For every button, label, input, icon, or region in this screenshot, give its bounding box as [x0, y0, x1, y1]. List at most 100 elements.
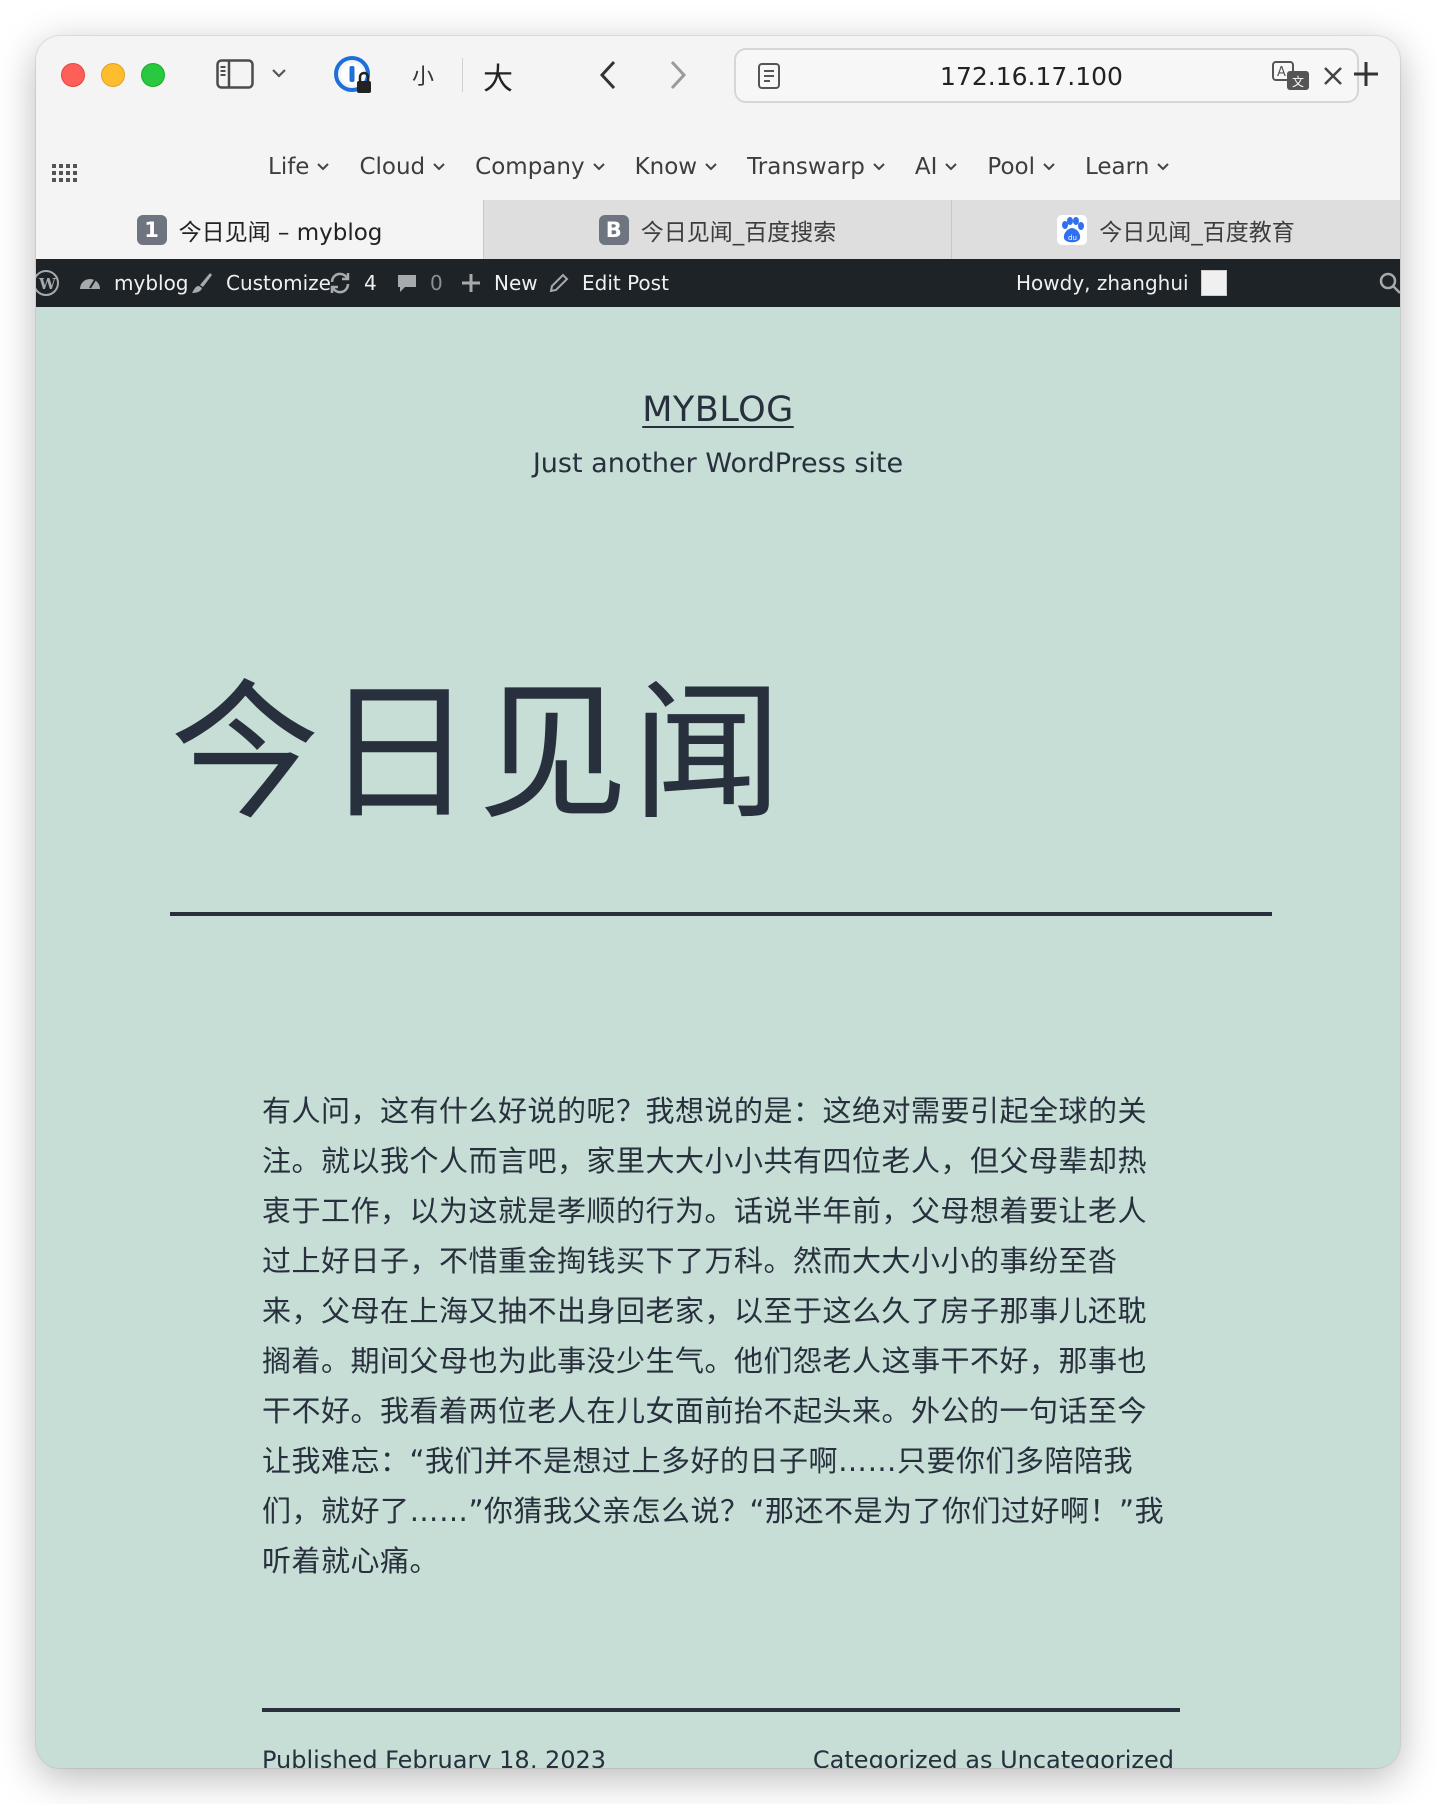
chevron-down-icon	[317, 163, 330, 171]
url-text[interactable]: 172.16.17.100	[796, 62, 1267, 91]
chevron-left-icon	[599, 60, 616, 90]
text-smaller-button[interactable]: 小	[408, 60, 438, 90]
bookmark-folder-cloud[interactable]: Cloud	[359, 154, 475, 180]
plus-icon	[1354, 62, 1378, 86]
tab-title: 今日见闻_百度搜索	[640, 219, 837, 246]
zoom-window-button[interactable]	[141, 63, 165, 87]
post-published-date: Published February 18, 2023	[262, 1746, 607, 1768]
chevron-down-icon	[592, 163, 605, 171]
title-divider	[170, 912, 1272, 916]
toolbar-divider	[462, 58, 463, 92]
chevron-down-icon	[433, 163, 445, 171]
plus-icon	[462, 274, 480, 292]
site-name-label: myblog	[114, 271, 189, 295]
tab-title: 今日见闻 – myblog	[178, 219, 383, 246]
post-title: 今日见闻	[170, 667, 787, 841]
site-title-link[interactable]: MYBLOG	[642, 390, 794, 430]
back-button[interactable]	[590, 56, 626, 94]
bookmarks-bar: Life Cloud Company Know Transwarp AI Poo…	[36, 144, 1400, 200]
chevron-down-icon	[272, 69, 286, 78]
site-title: MYBLOG	[36, 390, 1400, 430]
bookmark-label: Learn	[1085, 154, 1150, 180]
updates-link[interactable]: 4	[328, 259, 377, 307]
updates-icon	[330, 272, 350, 294]
howdy-label: Howdy, zhanghui	[1016, 271, 1189, 295]
minimize-window-button[interactable]	[101, 63, 125, 87]
svg-text:A: A	[1277, 65, 1286, 80]
bookmark-label: Transwarp	[747, 154, 865, 180]
tab-baidu-search[interactable]: B 今日见闻_百度搜索	[484, 200, 952, 259]
new-content-menu[interactable]: New	[460, 259, 538, 307]
comment-icon	[398, 275, 416, 292]
bookmark-folder-transwarp[interactable]: Transwarp	[747, 154, 915, 180]
post-category: Categorized as Uncategorized	[812, 1746, 1174, 1768]
comments-count: 0	[430, 271, 443, 295]
bookmark-label: AI	[914, 154, 938, 180]
paintbrush-icon	[192, 273, 212, 293]
sidebar-icon	[216, 59, 254, 89]
site-name-menu[interactable]: myblog	[78, 259, 189, 307]
pencil-icon	[549, 273, 569, 293]
search-icon	[1379, 272, 1400, 294]
bookmark-folder-life[interactable]: Life	[268, 154, 359, 180]
password-manager-icon	[334, 56, 371, 93]
tab-baidu-education[interactable]: du 今日见闻_百度教育	[952, 200, 1400, 259]
bookmark-label: Pool	[987, 154, 1035, 180]
wp-logo-menu[interactable]: W	[36, 259, 60, 307]
close-icon[interactable]	[1319, 62, 1347, 90]
chevron-right-icon	[670, 60, 687, 90]
updates-count: 4	[364, 271, 377, 295]
bookmark-folders: Life Cloud Company Know Transwarp AI Poo…	[268, 154, 1199, 180]
customize-link[interactable]: Customize	[190, 259, 331, 307]
svg-text:文: 文	[1292, 74, 1304, 89]
wordpress-logo-icon: W	[36, 270, 59, 296]
browser-toolbar: 小 大 172.16.17.100 A文	[36, 36, 1400, 146]
apps-grid-icon[interactable]	[50, 158, 78, 186]
footer-divider	[262, 1708, 1180, 1712]
password-manager-button[interactable]	[332, 54, 376, 98]
tab-favicon: B	[598, 214, 629, 245]
new-label: New	[494, 271, 538, 295]
close-window-button[interactable]	[61, 63, 85, 87]
text-bigger-button[interactable]: 大	[478, 56, 518, 97]
post-body: 有人问，这有什么好说的呢？我想说的是：这绝对需要引起全球的关注。就以我个人而言吧…	[262, 1094, 1165, 1578]
tab-bar: 1 今日见闻 – myblog B 今日见闻_百度搜索 du 今日见闻_百度教育	[36, 200, 1400, 259]
browser-window: 小 大 172.16.17.100 A文 Life Cloud Company …	[36, 36, 1400, 1768]
sidebar-toggle-button[interactable]	[214, 56, 256, 92]
svg-text:du: du	[1068, 234, 1077, 242]
bookmark-folder-company[interactable]: Company	[475, 154, 634, 180]
admin-search-button[interactable]	[1378, 259, 1400, 307]
customize-label: Customize	[226, 271, 331, 295]
chevron-down-icon	[705, 163, 717, 171]
my-account-menu[interactable]: Howdy, zhanghui	[1016, 259, 1227, 307]
bookmark-folder-ai[interactable]: AI	[915, 154, 988, 180]
tab-groups-menu-button[interactable]	[268, 62, 290, 84]
edit-post-link[interactable]: Edit Post	[548, 259, 669, 307]
bookmark-folder-pool[interactable]: Pool	[987, 154, 1085, 180]
bookmark-label: Know	[634, 154, 698, 180]
tab-myblog[interactable]: 1 今日见闻 – myblog	[36, 200, 484, 259]
address-bar[interactable]: 172.16.17.100 A文	[734, 48, 1359, 103]
chevron-down-icon	[1157, 163, 1170, 171]
new-tab-button[interactable]	[1346, 54, 1386, 94]
tab-favicon: 1	[136, 214, 167, 245]
comments-link[interactable]: 0	[396, 259, 443, 307]
avatar	[1200, 270, 1227, 296]
chevron-down-icon	[945, 163, 958, 171]
chevron-down-icon	[873, 163, 885, 171]
translate-icon[interactable]: A文	[1271, 60, 1311, 92]
chevron-down-icon	[1043, 163, 1055, 171]
site-tagline: Just another WordPress site	[532, 448, 904, 479]
wp-admin-bar: W myblog Customize 4 0 New Edit Post How…	[36, 259, 1400, 307]
forward-button[interactable]	[660, 56, 696, 94]
dashboard-icon	[80, 279, 100, 289]
bookmark-folder-know[interactable]: Know	[635, 154, 748, 180]
bookmark-label: Cloud	[359, 154, 426, 180]
bookmark-label: Company	[475, 154, 585, 180]
baidu-paw-icon: du	[1057, 214, 1088, 245]
page-icon	[758, 63, 780, 89]
bookmark-folder-learn[interactable]: Learn	[1085, 154, 1199, 180]
tab-title: 今日见闻_百度教育	[1099, 219, 1295, 246]
edit-post-label: Edit Post	[582, 271, 669, 295]
svg-text:W: W	[38, 275, 57, 293]
